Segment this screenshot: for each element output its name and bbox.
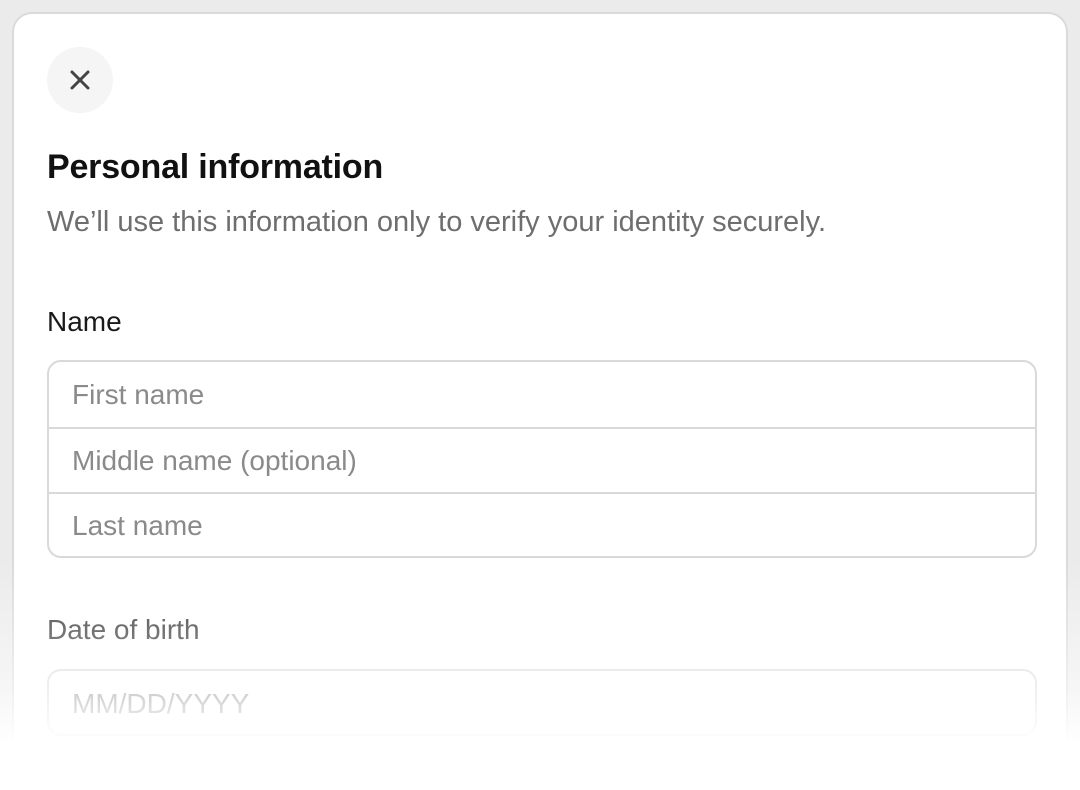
dialog-subtitle: We’ll use this information only to verif…: [47, 206, 827, 238]
middle-name-input[interactable]: Middle name (optional): [49, 427, 1035, 492]
close-button[interactable]: [47, 47, 113, 113]
personal-information-dialog: Personal information We’ll use this info…: [12, 12, 1068, 790]
last-name-input[interactable]: Last name: [49, 492, 1035, 556]
page: Personal information We’ll use this info…: [0, 0, 1080, 790]
date-of-birth-input[interactable]: MM/DD/YYYY: [49, 671, 1035, 734]
close-icon: [70, 70, 90, 90]
date-of-birth-field-group: MM/DD/YYYY: [47, 669, 1037, 736]
name-label: Name: [47, 306, 122, 337]
dialog-title: Personal information: [47, 148, 384, 186]
name-field-group: First name Middle name (optional) Last n…: [47, 360, 1037, 558]
first-name-input[interactable]: First name: [49, 362, 1035, 427]
date-of-birth-label: Date of birth: [47, 614, 200, 645]
